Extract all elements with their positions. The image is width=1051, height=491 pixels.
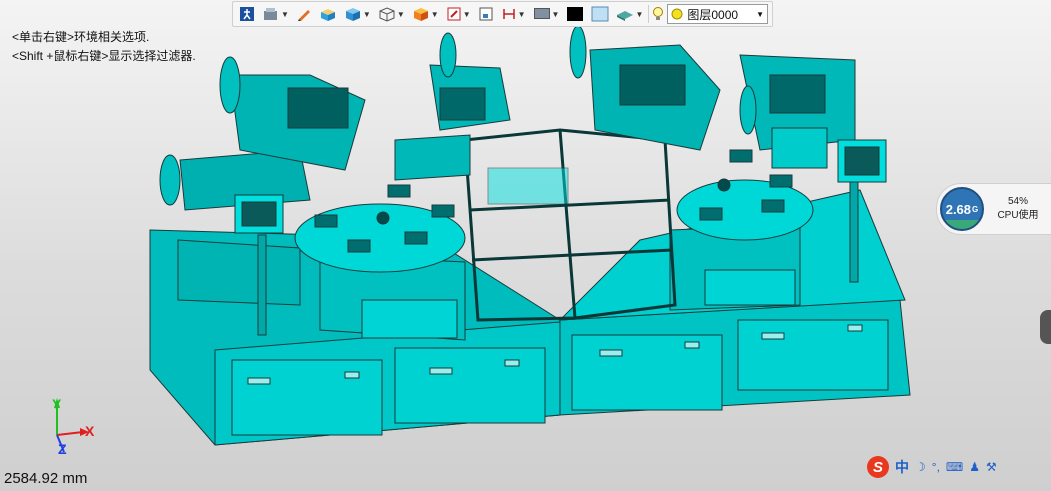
layer-control: 图层0000 ▼: [652, 4, 768, 24]
view-fit-button[interactable]: [476, 4, 496, 24]
wire-cube-button[interactable]: ▼: [376, 4, 407, 24]
walk-icon: [240, 7, 254, 21]
layer-select[interactable]: 图层0000 ▼: [667, 4, 768, 24]
skin-icon[interactable]: ♟: [969, 460, 980, 474]
cube-wire-icon: [379, 7, 395, 22]
view-toolbar: ▼ ▼ ▼ ▼ ▼ ▼ ▼ ▼ 图层0000 ▼: [232, 1, 773, 27]
measurement-readout: 2584.92 mm: [4, 470, 88, 487]
axis-z-label: Z: [58, 441, 67, 457]
ime-toolbar: S 中 ☽ °, ⌨ ♟ ⚒: [867, 455, 1051, 479]
layer-label: 图层0000: [687, 7, 739, 22]
cube-color-icon: [413, 8, 428, 21]
view-fit-icon: [479, 7, 493, 21]
hint-right-click: <单击右键>环境相关选项.: [12, 30, 150, 44]
axis-y-label: Y: [52, 396, 62, 412]
pencil-button[interactable]: [294, 4, 314, 24]
moon-icon[interactable]: ☽: [915, 460, 926, 474]
bulb-icon[interactable]: [652, 6, 664, 22]
cpu-wave: [942, 220, 982, 229]
render-mode-icon: [264, 8, 277, 20]
toolbar-separator: [648, 5, 650, 23]
lightblue-color-button[interactable]: [589, 4, 611, 24]
mouse-hints: <单击右键>环境相关选项. <Shift +鼠标右键>显示选择过滤器.: [12, 28, 196, 66]
side-panel-handle[interactable]: [1040, 310, 1051, 344]
ime-mode-toggle[interactable]: 中: [895, 457, 909, 477]
hint-shift-right-click: <Shift +鼠标右键>显示选择过滤器.: [12, 49, 196, 63]
box-solid-icon: [320, 9, 335, 21]
black-swatch: [567, 7, 584, 21]
chevron-down-icon: ▼: [756, 9, 764, 19]
cpu-usage: 54% CPU使用: [984, 195, 1051, 223]
cube-shaded-icon: [345, 8, 360, 21]
plane-icon: [617, 11, 634, 21]
shaded-cube-button[interactable]: ▼: [342, 4, 373, 24]
3d-viewport[interactable]: [0, 0, 1051, 491]
shading-button[interactable]: ▼: [444, 4, 473, 24]
tools-icon[interactable]: ⚒: [986, 460, 997, 474]
cpu-monitor-widget[interactable]: 2.68 G 54% CPU使用: [936, 183, 1051, 235]
axis-x-label: X: [85, 423, 95, 439]
walk-button[interactable]: [237, 4, 257, 24]
lightblue-swatch: [591, 6, 609, 22]
monitor-button[interactable]: ▼: [531, 4, 562, 24]
render-mode-button[interactable]: ▼: [260, 4, 291, 24]
pencil-icon: [297, 10, 310, 21]
sogou-logo-icon[interactable]: S: [867, 456, 889, 478]
layer-dot-icon: [671, 8, 683, 20]
solid-box-button[interactable]: [317, 4, 339, 24]
cpu-speed: 2.68: [945, 201, 972, 217]
monitor-icon: [533, 8, 550, 19]
cpu-label: CPU使用: [997, 210, 1039, 221]
cpu-speed-dial: 2.68 G: [940, 187, 984, 231]
machine-model: [149, 25, 911, 446]
plane-button[interactable]: ▼: [614, 4, 645, 24]
dimension-button[interactable]: ▼: [499, 4, 528, 24]
cpu-percent: 54%: [1007, 196, 1028, 207]
keyboard-icon[interactable]: ⌨: [946, 460, 963, 474]
shading-icon: [447, 7, 461, 21]
cpu-unit: G: [972, 204, 979, 214]
punctuation-icon[interactable]: °,: [932, 460, 940, 474]
color-cube-button[interactable]: ▼: [410, 4, 441, 24]
black-color-button[interactable]: [564, 4, 586, 24]
dimension-icon: [502, 9, 515, 19]
